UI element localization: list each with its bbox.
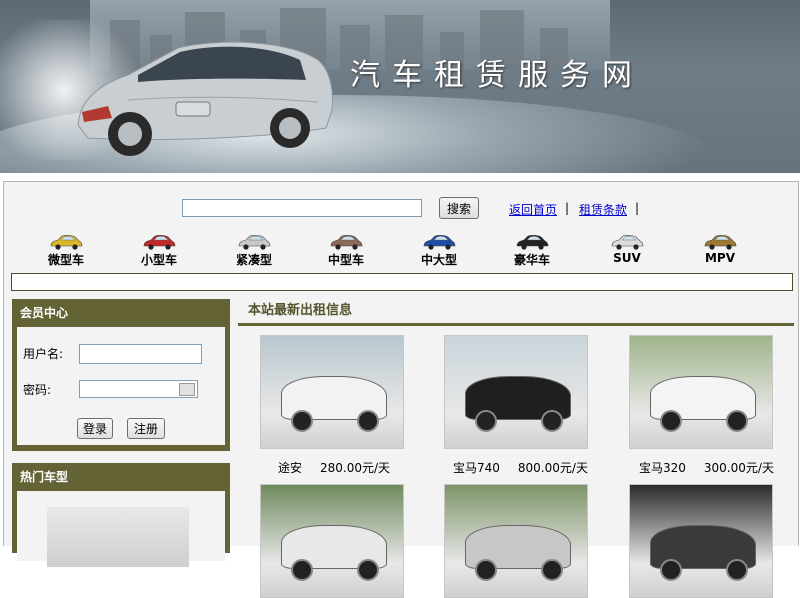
hot-models-panel: 热门车型 [12,463,230,567]
category-nav: 微型车 小型车 紧凑型 中型车 中大型 豪华车 SUV MPV [4,234,798,270]
category-微型车[interactable]: 微型车 [26,234,106,268]
car-listing-image[interactable] [629,335,773,449]
car-icon [611,235,644,250]
password-label: 密码: [23,383,52,397]
keyboard-icon[interactable] [179,383,195,396]
car-icon [516,235,549,250]
listing-divider [238,323,794,326]
hot-models-body [17,491,225,567]
category-label: MPV [704,251,736,265]
category-label: 紧凑型 [235,253,272,267]
site-title: 汽车租赁服务网 [350,58,644,93]
car-icon [50,235,83,250]
car-price: 800.00元/天 [517,461,588,475]
listing-title: 本站最新出租信息 [248,303,353,318]
car-listing-image[interactable] [260,484,404,598]
car-icon [704,235,737,250]
category-suv[interactable]: SUV [587,234,667,265]
username-label: 用户名: [23,347,64,361]
search-input[interactable] [182,199,422,217]
link-separator: | [565,201,570,215]
car-listing-caption: 宝马320 300.00元/天 [639,459,774,476]
hot-model-image[interactable] [47,507,189,567]
category-豪华车[interactable]: 豪华车 [492,234,572,268]
category-mpv[interactable]: MPV [680,234,760,265]
link-separator: | [635,201,640,215]
password-field[interactable] [79,380,198,398]
car-listing-image[interactable] [444,484,588,598]
home-link[interactable]: 返回首页 [509,201,557,218]
category-label: SUV [613,251,641,265]
car-icon [330,235,363,250]
hot-models-title: 热门车型 [20,470,69,484]
member-center-panel: 会员中心 用户名: 密码: 登录 注册 [12,299,230,451]
search-button[interactable]: 搜索 [439,197,479,219]
rental-terms-link[interactable]: 租赁条款 [579,201,627,218]
car-price: 300.00元/天 [703,461,774,475]
category-label: 中大型 [420,253,457,267]
category-label: 微型车 [47,253,84,267]
car-icon [423,235,456,250]
header-banner: 汽车租赁服务网 [0,0,800,173]
login-button[interactable]: 登录 [77,418,113,439]
car-listing-image[interactable] [629,484,773,598]
category-紧凑型[interactable]: 紧凑型 [214,234,294,268]
member-center-title: 会员中心 [20,306,69,320]
car-price: 280.00元/天 [320,461,391,475]
category-label: 中型车 [327,253,364,267]
main-frame: 搜索 返回首页 | 租赁条款 | 微型车 小型车 紧凑型 中型车 中大型 豪华车 SUV MP… [3,181,799,598]
car-icon [143,235,176,250]
category-label: 豪华车 [513,253,550,267]
category-中型车[interactable]: 中型车 [306,234,386,268]
register-button[interactable]: 注册 [127,418,165,439]
car-name[interactable]: 途安 [278,461,302,475]
car-listing-caption: 途安 280.00元/天 [278,459,390,476]
search-bar: 搜索 返回首页 | 租赁条款 | [4,196,798,222]
banner-car-image [77,41,333,156]
car-listing-image[interactable] [260,335,404,449]
car-listing-image[interactable] [444,335,588,449]
car-icon [238,235,271,250]
category-中大型[interactable]: 中大型 [399,234,479,268]
category-小型车[interactable]: 小型车 [119,234,199,268]
login-form: 用户名: 密码: 登录 注册 [17,327,225,445]
category-label: 小型车 [140,253,177,267]
car-name[interactable]: 宝马320 [639,461,686,475]
car-listing-caption: 宝马740 800.00元/天 [453,459,588,476]
notice-bar [11,273,793,291]
car-name[interactable]: 宝马740 [453,461,500,475]
username-field[interactable] [79,344,202,364]
